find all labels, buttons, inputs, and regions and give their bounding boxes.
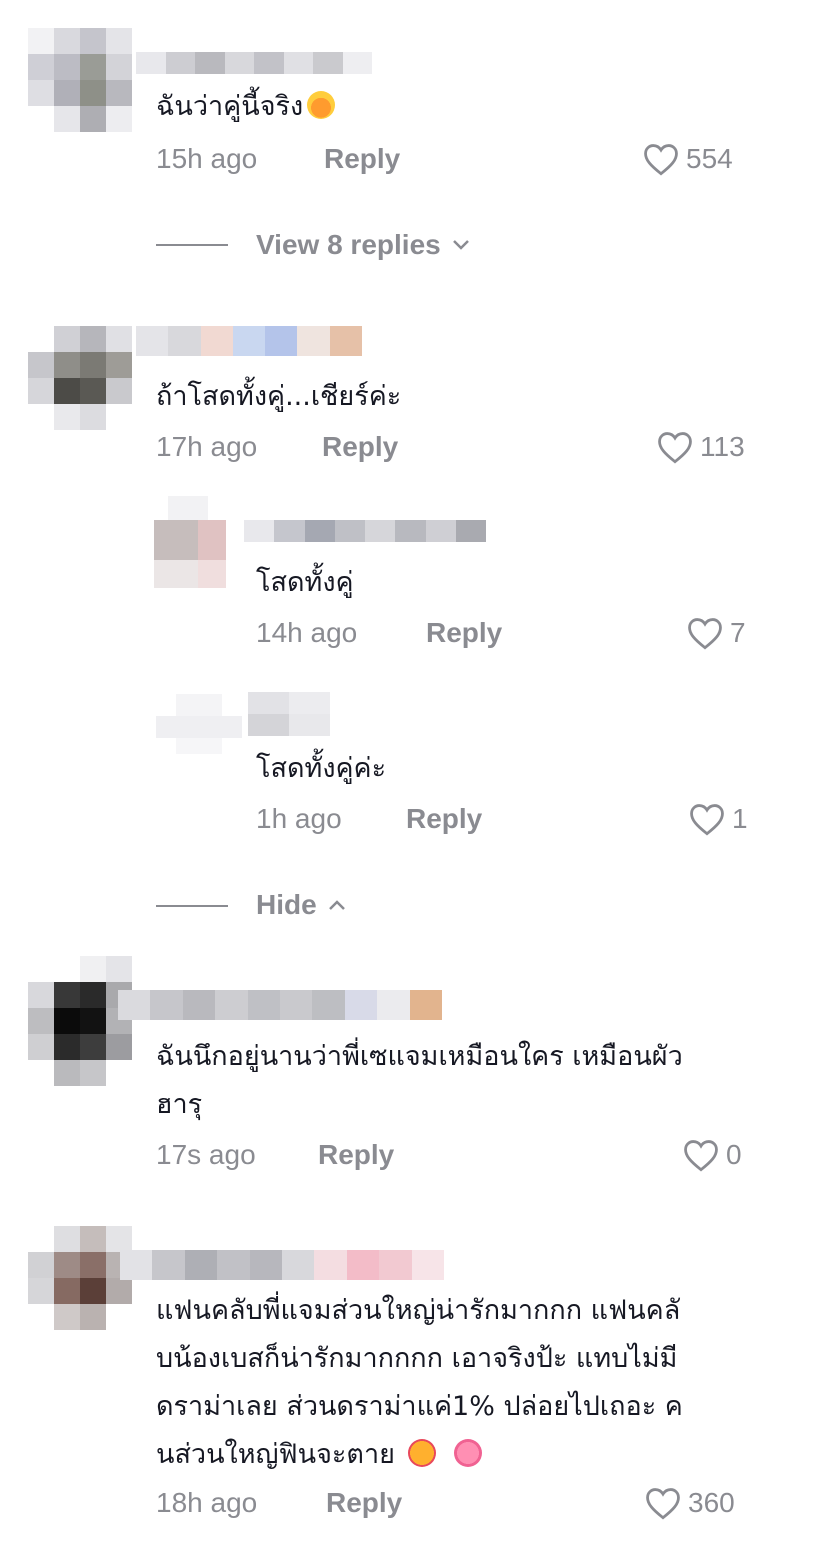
comment-text: ถ้าโสดทั้งคู่...เชียร์ค่ะ xyxy=(156,381,402,412)
like-count: 113 xyxy=(700,431,745,462)
reply-time: 1h ago xyxy=(256,803,342,834)
view-replies-label: View 8 replies xyxy=(256,229,441,260)
comment-time: 15h ago xyxy=(156,143,258,174)
comment-text-line-1: แฟนคลับพี่แจมส่วนใหญ่น่ารักมากกก แฟนคลั xyxy=(156,1295,681,1326)
hide-replies-button[interactable]: Hide xyxy=(256,888,347,922)
avatar[interactable] xyxy=(154,496,244,594)
like-button[interactable]: 7 xyxy=(686,616,746,650)
reply-time: 14h ago xyxy=(256,617,358,648)
like-count: 554 xyxy=(686,143,733,174)
reply-button[interactable]: Reply xyxy=(318,1138,394,1172)
like-button[interactable]: 1 xyxy=(688,802,748,836)
heart-icon xyxy=(690,804,724,836)
like-count: 7 xyxy=(730,617,746,648)
reply-button[interactable]: Reply xyxy=(326,1486,402,1520)
comment-time: 18h ago xyxy=(156,1487,258,1518)
like-button[interactable]: 360 xyxy=(644,1486,735,1520)
like-button[interactable]: 0 xyxy=(682,1138,742,1172)
username-blurred[interactable] xyxy=(244,520,486,542)
thread-divider xyxy=(156,244,228,246)
comment-text-line-2: บน้องเบสก็น่ารักมากกกก เอาจริงป้ะ แทบไม่… xyxy=(156,1343,678,1374)
smiling-hearts-emoji xyxy=(407,1439,436,1467)
like-button[interactable]: 113 xyxy=(656,430,745,464)
comment-text-line-4: นส่วนใหญ่ฟินจะตาย xyxy=(156,1438,483,1472)
chevron-up-icon xyxy=(328,900,345,910)
avatar[interactable] xyxy=(28,28,134,134)
comment-text-line-1: ฉันนึกอยู่นานว่าพี่เซแจมเหมือนใคร เหมือน… xyxy=(156,1041,683,1072)
grinning-sweat-emoji xyxy=(307,91,336,119)
heart-icon xyxy=(658,432,692,464)
username-blurred[interactable] xyxy=(136,52,372,74)
thread-divider xyxy=(156,905,228,907)
reply-button[interactable]: Reply xyxy=(426,616,502,650)
reply-text: โสดทั้งคู่ค่ะ xyxy=(256,753,387,784)
username-blurred[interactable] xyxy=(120,1250,445,1280)
reply-button[interactable]: Reply xyxy=(322,430,398,464)
like-button[interactable]: 554 xyxy=(642,142,733,176)
view-replies-button[interactable]: View 8 replies xyxy=(256,228,471,262)
reply-button[interactable]: Reply xyxy=(406,802,482,836)
heart-icon xyxy=(646,1488,680,1520)
comment-text-line-2: ฮารุ xyxy=(156,1089,203,1120)
comment-text: ฉันว่าคู่นี้จริง xyxy=(156,90,336,124)
comment-time: 17h ago xyxy=(156,431,258,462)
comment-time: 17s ago xyxy=(156,1139,256,1170)
heart-icon xyxy=(644,144,678,176)
username-blurred[interactable] xyxy=(248,692,330,736)
like-count: 0 xyxy=(726,1139,742,1170)
username-blurred[interactable] xyxy=(118,990,443,1020)
like-count: 360 xyxy=(688,1487,735,1518)
like-count: 1 xyxy=(732,803,748,834)
avatar[interactable] xyxy=(28,956,134,1088)
avatar[interactable] xyxy=(28,1226,134,1332)
chevron-down-icon xyxy=(452,240,469,250)
avatar[interactable] xyxy=(156,694,242,754)
reply-button[interactable]: Reply xyxy=(324,142,400,176)
username-blurred[interactable] xyxy=(136,326,362,356)
reply-text: โสดทั้งคู่ xyxy=(256,567,354,598)
avatar[interactable] xyxy=(28,326,134,432)
heart-icon xyxy=(688,618,722,650)
hide-label: Hide xyxy=(256,889,317,920)
heart-icon xyxy=(684,1140,718,1172)
comment-text-line-3: ดราม่าเลย ส่วนดราม่าแค่1% ปล่อยไปเถอะ ค xyxy=(156,1391,683,1422)
sparkling-heart-emoji xyxy=(454,1439,483,1467)
